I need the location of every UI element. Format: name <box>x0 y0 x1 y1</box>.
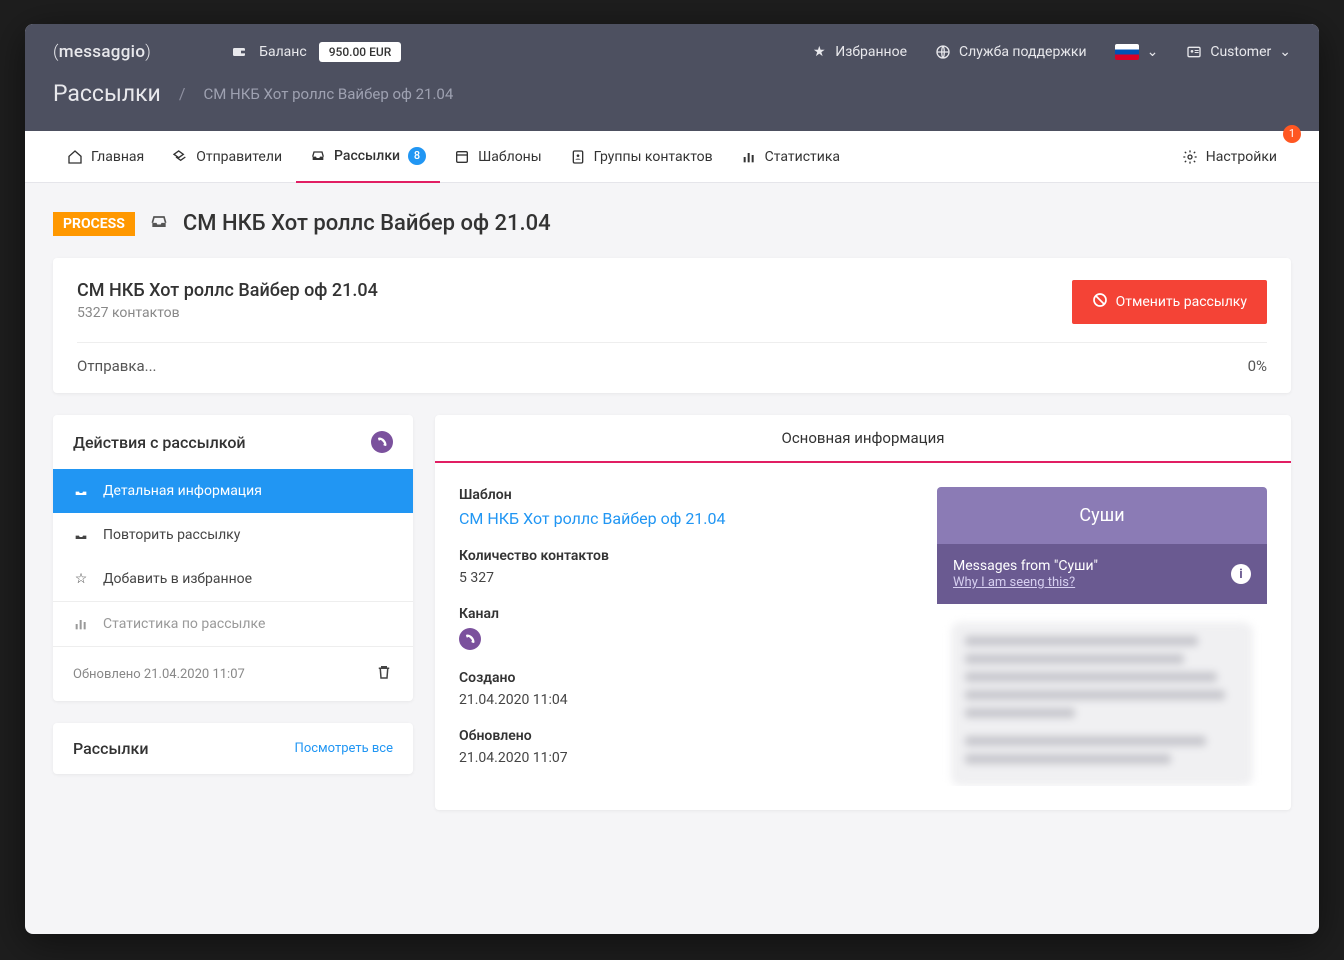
contacts-count: 5327 контактов <box>77 305 378 321</box>
nav-senders[interactable]: Отправители <box>158 131 296 183</box>
flag-ru-icon <box>1115 44 1139 60</box>
globe-icon <box>935 44 951 60</box>
balance-amount: 950.00 EUR <box>319 42 402 62</box>
breadcrumb: Рассылки / СМ НКБ Хот роллс Вайбер оф 21… <box>25 80 1319 131</box>
sending-pct: 0% <box>1248 357 1267 375</box>
home-icon <box>67 149 83 165</box>
main-nav: Главная Отправители Рассылки 8 Шаблоны Г… <box>25 131 1319 183</box>
star-icon: ★ <box>811 44 827 60</box>
why-seeing-link[interactable]: Why I am seeng this? <box>953 575 1075 590</box>
info-icon[interactable]: i <box>1231 564 1251 584</box>
id-card-icon <box>1186 44 1202 60</box>
created-label: Создано <box>459 670 915 686</box>
logo: (messaggio) <box>53 42 151 62</box>
message-bubble <box>951 622 1253 786</box>
balance[interactable]: Баланс 950.00 EUR <box>231 42 401 62</box>
status-badge: PROCESS <box>53 212 135 236</box>
chart-icon <box>73 616 89 632</box>
inbox-icon <box>310 148 326 164</box>
nav-campaigns[interactable]: Рассылки 8 <box>296 131 440 183</box>
sending-label: Отправка... <box>77 357 156 375</box>
action-repeat[interactable]: Повторить рассылку <box>53 513 413 557</box>
summary-card: СМ НКБ Хот роллс Вайбер оф 21.04 5327 ко… <box>53 258 1291 393</box>
page-header: PROCESS СМ НКБ Хот роллс Вайбер оф 21.04 <box>53 211 1291 236</box>
wallet-icon <box>231 44 247 60</box>
actions-panel: Действия с рассылкой Детальная информаци… <box>53 415 413 701</box>
inbox-icon <box>149 212 169 236</box>
nav-stats[interactable]: Статистика <box>727 131 854 183</box>
updated-value: 21.04.2020 11:07 <box>459 750 915 766</box>
star-icon: ☆ <box>73 571 89 587</box>
action-detail[interactable]: Детальная информация <box>53 469 413 513</box>
info-panel: Основная информация Шаблон СМ НКБ Хот ро… <box>435 415 1291 810</box>
chevron-down-icon: ⌄ <box>1147 44 1159 60</box>
breadcrumb-current: СМ НКБ Хот роллс Вайбер оф 21.04 <box>203 85 453 103</box>
nav-settings[interactable]: Настройки 1 <box>1168 131 1291 183</box>
cancel-button[interactable]: Отменить рассылку <box>1072 280 1267 324</box>
balance-label: Баланс <box>259 44 307 60</box>
nav-home[interactable]: Главная <box>53 131 158 183</box>
action-favorite[interactable]: ☆ Добавить в избранное <box>53 557 413 601</box>
updated-label: Обновлено <box>459 728 915 744</box>
campaigns-badge: 8 <box>408 147 426 165</box>
count-label: Количество контактов <box>459 548 915 564</box>
view-all-link[interactable]: Посмотреть все <box>295 741 393 756</box>
top-bar: (messaggio) Баланс 950.00 EUR ★ Избранно… <box>25 24 1319 80</box>
page-title: СМ НКБ Хот роллс Вайбер оф 21.04 <box>183 211 551 236</box>
campaign-title: СМ НКБ Хот роллс Вайбер оф 21.04 <box>77 280 378 301</box>
actions-title: Действия с рассылкой <box>73 433 246 452</box>
tags-icon <box>172 149 188 165</box>
template-label: Шаблон <box>459 487 915 503</box>
channel-label: Канал <box>459 606 915 622</box>
inbox-icon <box>73 483 89 499</box>
inbox-icon <box>73 527 89 543</box>
viber-icon <box>371 431 393 453</box>
customer-menu[interactable]: Customer ⌄ <box>1186 44 1291 60</box>
campaigns-title: Рассылки <box>73 739 148 758</box>
nav-groups[interactable]: Группы контактов <box>556 131 727 183</box>
support-link[interactable]: Служба поддержки <box>935 44 1087 60</box>
preview-sender: Суши <box>937 487 1267 544</box>
tab-main-info[interactable]: Основная информация <box>762 415 965 461</box>
nav-templates[interactable]: Шаблоны <box>440 131 556 183</box>
settings-badge: 1 <box>1283 125 1301 143</box>
action-stats[interactable]: Статистика по рассылке <box>53 601 413 646</box>
gear-icon <box>1182 149 1198 165</box>
breadcrumb-root[interactable]: Рассылки <box>53 80 161 107</box>
campaigns-panel: Рассылки Посмотреть все <box>53 723 413 774</box>
delete-button[interactable] <box>375 663 393 685</box>
template-link[interactable]: СМ НКБ Хот роллс Вайбер оф 21.04 <box>459 509 726 528</box>
cancel-icon <box>1092 292 1108 312</box>
created-value: 21.04.2020 11:04 <box>459 692 915 708</box>
viber-icon <box>459 628 481 650</box>
preview-from: Messages from "Суши" <box>953 558 1098 574</box>
updated-at: Обновлено 21.04.2020 11:07 <box>73 667 245 682</box>
message-preview: Суши Messages from "Суши" Why I am seeng… <box>937 487 1267 786</box>
template-icon <box>454 149 470 165</box>
language-selector[interactable]: ⌄ <box>1115 44 1159 60</box>
chart-icon <box>741 149 757 165</box>
chevron-down-icon: ⌄ <box>1279 44 1291 60</box>
count-value: 5 327 <box>459 570 915 586</box>
favorites-link[interactable]: ★ Избранное <box>811 44 907 60</box>
contacts-icon <box>570 149 586 165</box>
